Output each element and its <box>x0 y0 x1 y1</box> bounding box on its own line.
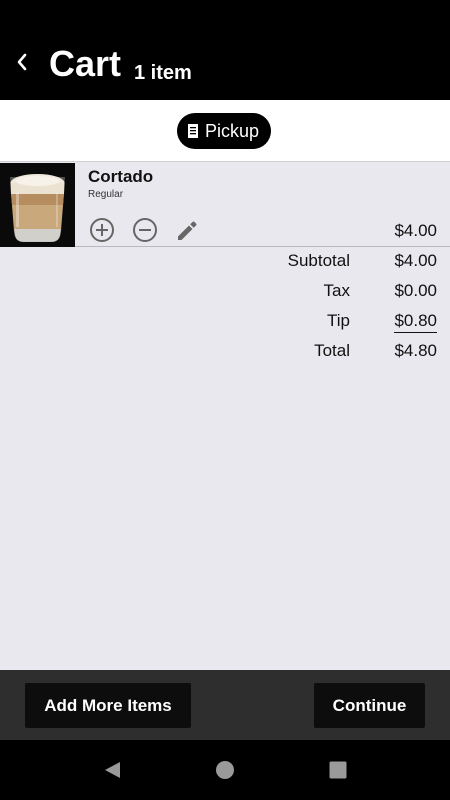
total-row: Total $4.80 <box>0 340 450 370</box>
cortado-drink-image <box>0 163 75 247</box>
plus-circle-icon <box>90 218 114 242</box>
nav-home-button[interactable] <box>213 758 237 782</box>
item-count: 1 item <box>134 62 192 84</box>
subtotal-value: $4.00 <box>394 251 437 270</box>
tip-row: Tip $0.80 <box>0 310 450 340</box>
tip-value-link[interactable]: $0.80 <box>394 311 437 333</box>
square-recents-icon <box>329 761 347 779</box>
add-more-items-button[interactable]: Add More Items <box>25 683 191 728</box>
back-button[interactable] <box>10 48 34 76</box>
continue-button[interactable]: Continue <box>314 683 425 728</box>
subtotal-row: Subtotal $4.00 <box>0 250 450 280</box>
nav-back-button[interactable] <box>100 758 124 782</box>
item-name: Cortado <box>88 167 154 186</box>
total-label: Total <box>314 341 350 360</box>
item-price: $4.00 <box>394 221 437 240</box>
pencil-icon <box>178 221 197 240</box>
total-value: $4.80 <box>394 341 437 360</box>
page-title: Cart <box>49 43 122 84</box>
item-size: Regular <box>88 189 124 200</box>
pickup-toggle[interactable]: Pickup <box>177 113 272 149</box>
nav-recents-button[interactable] <box>326 758 350 782</box>
order-mode-bar: Pickup <box>0 100 450 162</box>
pickup-label: Pickup <box>205 120 260 141</box>
minus-circle-icon <box>133 218 157 242</box>
increase-quantity-button[interactable] <box>89 217 115 243</box>
subtotal-label: Subtotal <box>287 251 350 270</box>
circle-home-icon <box>216 761 234 779</box>
bottom-action-bar: Add More Items Continue <box>0 670 450 740</box>
tip-label: Tip <box>327 311 350 330</box>
receipt-icon <box>188 124 198 138</box>
tax-value: $0.00 <box>394 281 437 300</box>
tax-label: Tax <box>323 281 350 300</box>
app-header: Cart 1 item <box>0 0 450 100</box>
chevron-left-icon <box>17 53 27 71</box>
tax-row: Tax $0.00 <box>0 280 450 310</box>
decrease-quantity-button[interactable] <box>132 217 158 243</box>
order-totals: Subtotal $4.00 Tax $0.00 Tip $0.80 Total… <box>0 250 450 370</box>
edit-item-button[interactable] <box>174 217 200 243</box>
system-nav-bar <box>0 740 450 800</box>
cart-item: Cortado Regular $4.00 <box>0 163 450 247</box>
triangle-back-icon <box>105 762 120 778</box>
